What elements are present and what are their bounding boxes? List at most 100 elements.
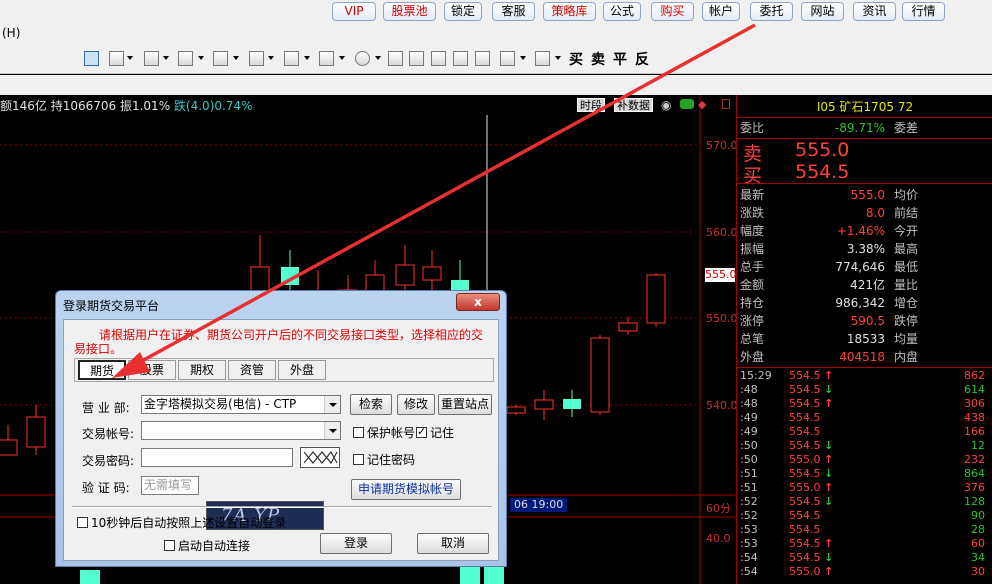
dept-select[interactable]: 金字塔模拟交易(电信) - CTP [141, 395, 341, 414]
chevron-down-icon[interactable] [324, 422, 340, 439]
chevron-down-icon[interactable] [304, 56, 310, 60]
chevron-down-icon[interactable] [198, 56, 204, 60]
rect-tool-icon[interactable] [319, 51, 334, 66]
circle-tool-icon[interactable] [355, 51, 370, 66]
table-tool-icon[interactable] [144, 51, 159, 66]
chevron-down-icon[interactable] [339, 56, 345, 60]
remember-label: 记住 [430, 426, 455, 440]
keyboard-icon[interactable] [300, 447, 340, 468]
top-button-1[interactable]: 股票池 [383, 2, 436, 21]
cancel-button[interactable]: 取消 [417, 533, 489, 554]
remember-checkbox[interactable]: 记住 [416, 424, 454, 441]
candle-body [646, 274, 666, 324]
edit-button[interactable]: 修改 [397, 394, 435, 415]
panel-toggle-icon[interactable] [722, 99, 730, 109]
dialog-title: 登录期货交易平台 [63, 299, 160, 313]
cloud-icon[interactable] [680, 99, 694, 109]
quote-row-value: 590.5 [850, 314, 885, 328]
settings-tool-icon[interactable] [535, 51, 550, 66]
tick-v: 864 [964, 467, 985, 480]
checkbox-box[interactable] [77, 517, 88, 528]
fan-tool-icon[interactable] [213, 51, 228, 66]
tick-row: :54 554.5 ↓ 34 [737, 551, 992, 565]
eraser-tool-icon[interactable] [453, 51, 468, 66]
quote-row-label: 外盘 [740, 350, 765, 364]
tick-v: 614 [964, 383, 985, 396]
chevron-down-icon[interactable] [324, 396, 340, 413]
tab-asset-mgmt[interactable]: 资管 [228, 360, 276, 380]
tick-v: 128 [964, 495, 985, 508]
protect-account-checkbox[interactable]: 保护帐号 [353, 424, 415, 441]
chevron-down-icon[interactable] [375, 56, 381, 60]
chevron-down-icon[interactable] [268, 56, 274, 60]
top-button-3[interactable]: 客服 [492, 2, 535, 21]
auto-reconnect-checkbox[interactable]: 启动自动连接 [164, 537, 250, 554]
password-field[interactable] [141, 448, 293, 467]
line-tool-icon[interactable] [109, 51, 124, 66]
mouse-icon[interactable]: ◆ [698, 98, 706, 111]
chevron-down-icon[interactable] [520, 56, 526, 60]
checkbox-box[interactable] [353, 454, 364, 465]
top-button-10[interactable]: 资讯 [853, 2, 896, 21]
top-button-8[interactable]: 委托 [750, 2, 793, 21]
tab-futures[interactable]: 期货 [78, 360, 126, 380]
apply-demo-account-button[interactable]: 申请期货模拟帐号 [351, 479, 461, 500]
tick-p: 554.5 [789, 439, 821, 452]
chevron-down-icon[interactable] [163, 56, 169, 60]
top-button-0[interactable]: VIP [332, 2, 376, 21]
tick-row: :49 554.5 438 [737, 411, 992, 425]
tab-options[interactable]: 期权 [178, 360, 226, 380]
quote-row-label: 振幅 [740, 242, 765, 256]
fill-data-button[interactable]: 补数据 [614, 98, 653, 112]
volume-bar [80, 570, 100, 584]
auto-login-checkbox[interactable]: 10秒钟后自动按照上述设置自动登录 [77, 514, 286, 531]
tab-foreign[interactable]: 外盘 [278, 360, 326, 380]
webi-value: -89.71% [834, 121, 885, 135]
color-grid-icon[interactable] [500, 51, 515, 66]
tick-a: ↑ [824, 565, 834, 578]
grid-tool-icon[interactable] [284, 51, 299, 66]
top-button-5[interactable]: 公式 [603, 2, 641, 21]
sell-char[interactable]: 卖 [591, 49, 605, 69]
layers-tool-icon[interactable] [475, 51, 490, 66]
text-tool-icon[interactable] [388, 51, 403, 66]
top-button-2[interactable]: 锁定 [444, 2, 482, 21]
close-button[interactable]: x [456, 293, 500, 311]
top-button-4[interactable]: 策略库 [543, 2, 596, 21]
chevron-down-icon[interactable] [555, 56, 561, 60]
reverse-char[interactable]: 反 [635, 49, 649, 69]
tick-t: :50 [740, 439, 758, 452]
image-tool-icon[interactable] [431, 51, 446, 66]
search-button[interactable]: 检索 [350, 394, 392, 415]
pointer-tool-icon[interactable] [84, 51, 99, 66]
checkbox-box[interactable] [353, 427, 364, 438]
top-button-7[interactable]: 帐户 [702, 2, 740, 21]
tab-stocks[interactable]: 股票 [128, 360, 176, 380]
bars-tool-icon[interactable] [178, 51, 193, 66]
top-button-11[interactable]: 行情 [902, 2, 945, 21]
checkbox-box[interactable] [416, 425, 427, 438]
channel-tool-icon[interactable] [249, 51, 264, 66]
close-position-char[interactable]: 平 [613, 49, 627, 69]
separator [72, 506, 492, 508]
captcha-input[interactable]: 无需填写 [141, 476, 199, 495]
chevron-down-icon[interactable] [233, 56, 239, 60]
chevron-down-icon[interactable] [127, 56, 133, 60]
sell-price[interactable]: 555.0 [795, 139, 849, 161]
tick-p: 555.0 [789, 565, 821, 578]
clock-icon[interactable]: ◉ [661, 98, 671, 112]
top-button-9[interactable]: 网站 [801, 2, 844, 21]
top-button-6[interactable]: 购买 [651, 2, 694, 21]
reset-site-button[interactable]: 重置站点 [438, 394, 492, 415]
tick-v: 90 [971, 509, 985, 522]
copy-tool-icon[interactable] [409, 51, 424, 66]
checkbox-box[interactable] [164, 540, 175, 551]
quote-row-value: 555.0 [850, 188, 885, 202]
period-button[interactable]: 时段 [577, 98, 605, 112]
menu-help[interactable]: (H) [2, 26, 20, 40]
buy-char[interactable]: 买 [569, 49, 583, 69]
account-select[interactable] [141, 421, 341, 440]
buy-price[interactable]: 554.5 [795, 161, 849, 183]
login-button[interactable]: 登录 [320, 533, 392, 554]
remember-password-checkbox[interactable]: 记住密码 [353, 451, 415, 468]
